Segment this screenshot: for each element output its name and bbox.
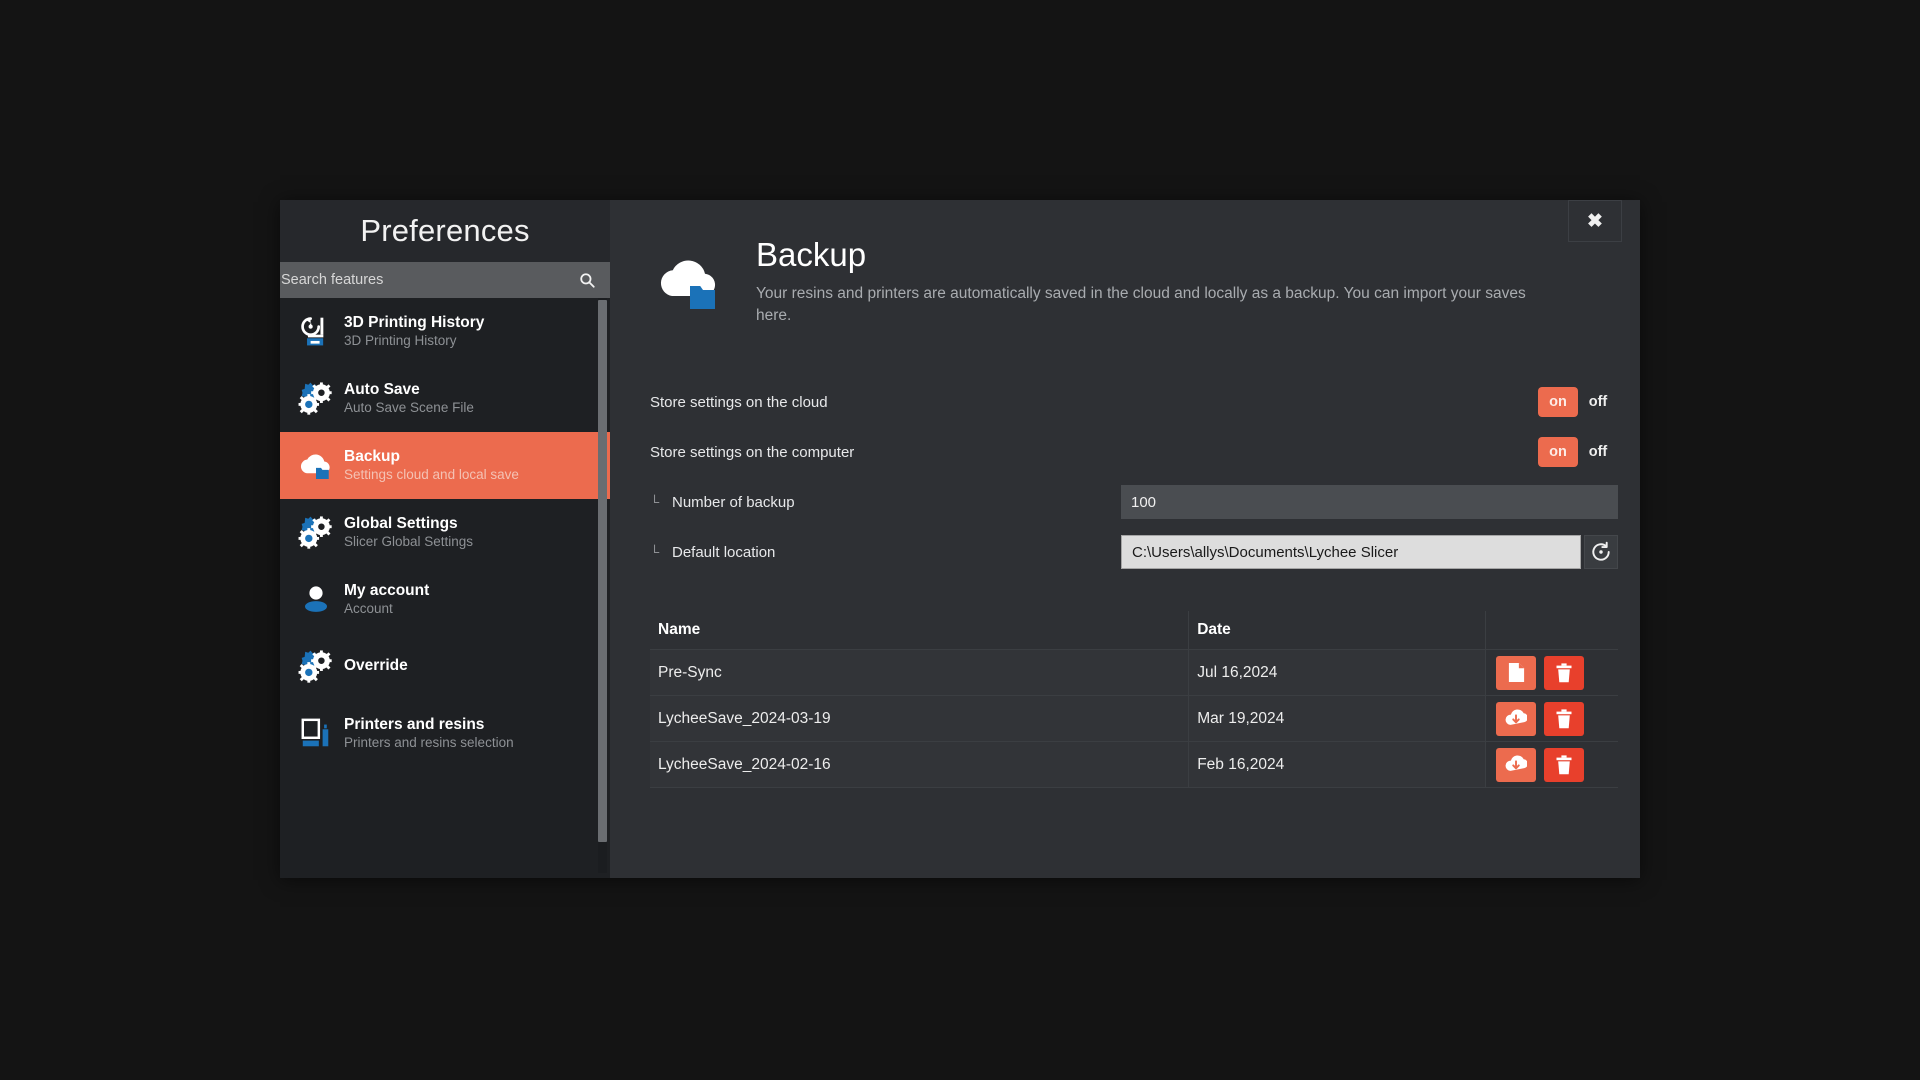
cloud-download-icon[interactable]: [1496, 701, 1537, 736]
backup-actions-cell: [1485, 741, 1618, 788]
sidebar-item-label: Override: [344, 657, 408, 675]
sidebar-item-backup[interactable]: Backup Settings cloud and local save: [280, 432, 610, 499]
setting-row-number-of-backup: └ Number of backup: [650, 477, 1618, 527]
file-document-icon[interactable]: [1496, 655, 1537, 690]
store-cloud-toggle[interactable]: on off: [1538, 387, 1618, 417]
trash-icon[interactable]: [1544, 701, 1585, 736]
setting-label: Number of backup: [672, 493, 795, 511]
sidebar-nav-list: 3D Printing History 3D Printing History: [280, 298, 610, 878]
sidebar-header: Preferences: [280, 200, 610, 262]
cloud-download-icon[interactable]: [1496, 747, 1537, 782]
table-row[interactable]: LycheeSave_2024-03-19 Mar 19,2024: [650, 695, 1618, 742]
sidebar-item-3d-printing-history[interactable]: 3D Printing History 3D Printing History: [280, 298, 610, 365]
backup-name-cell: Pre-Sync: [650, 649, 1190, 696]
user-icon: [288, 577, 344, 623]
setting-label-wrap: └ Number of backup: [650, 494, 950, 511]
store-cloud-off-option[interactable]: off: [1578, 387, 1618, 417]
printer-resin-icon: [288, 711, 344, 757]
backup-date-cell: Mar 19,2024: [1188, 695, 1487, 742]
backup-description: Your resins and printers are automatical…: [756, 285, 1526, 324]
backup-actions-cell: [1485, 649, 1618, 696]
backup-date-cell: Feb 16,2024: [1188, 741, 1487, 788]
store-computer-on-option[interactable]: on: [1538, 437, 1578, 467]
reset-circular-arrow-icon[interactable]: [1584, 535, 1618, 569]
close-icon[interactable]: ✖: [1568, 200, 1622, 242]
default-location-input[interactable]: [1121, 535, 1581, 569]
sidebar-item-label: 3D Printing History: [344, 314, 485, 332]
sidebar-item-label: Global Settings: [344, 515, 458, 533]
tree-branch-icon: └: [650, 494, 660, 510]
sidebar-item-label: Backup: [344, 448, 400, 466]
backup-actions-cell: [1485, 695, 1618, 742]
column-header-date: Date: [1188, 611, 1487, 650]
sidebar-item-sublabel: Printers and resins selection: [344, 734, 514, 750]
sidebar-item-sublabel: Slicer Global Settings: [344, 533, 474, 549]
setting-label: Store settings on the computer: [650, 443, 855, 461]
backups-table: Name Date Pre-Sync Jul 16,2024 LycheeSav…: [650, 611, 1618, 788]
history-printer-icon: [288, 309, 344, 355]
page-title: Preferences: [360, 213, 530, 248]
sidebar-item-auto-save[interactable]: Auto Save Auto Save Scene File: [280, 365, 610, 432]
backup-name-cell: LycheeSave_2024-03-19: [650, 695, 1190, 742]
content-panel: ✖ Backup Your resins and printers are au…: [610, 200, 1640, 878]
setting-label-wrap: └ Default location: [650, 544, 950, 561]
sidebar-item-global-settings[interactable]: Global Settings Slicer Global Settings: [280, 499, 610, 566]
tree-branch-icon: └: [650, 544, 660, 560]
sidebar-scrollbar-thumb[interactable]: [598, 300, 607, 842]
number-of-backup-input[interactable]: [1121, 485, 1618, 519]
search-input[interactable]: [280, 272, 576, 288]
column-header-actions: [1485, 611, 1618, 650]
table-header-row: Name Date: [650, 611, 1618, 650]
backup-name-cell: LycheeSave_2024-02-16: [650, 741, 1190, 788]
search-bar[interactable]: [280, 262, 610, 298]
sidebar-item-label: Printers and resins: [344, 716, 485, 734]
sidebar-item-printers-and-resins[interactable]: Printers and resins Printers and resins …: [280, 700, 610, 767]
content-header: Backup Your resins and printers are auto…: [610, 200, 1640, 327]
table-row[interactable]: LycheeSave_2024-02-16 Feb 16,2024: [650, 741, 1618, 788]
sidebar-item-sublabel: Settings cloud and local save: [344, 466, 519, 482]
sidebar-item-my-account[interactable]: My account Account: [280, 566, 610, 633]
store-computer-toggle[interactable]: on off: [1538, 437, 1618, 467]
search-icon[interactable]: [576, 269, 598, 291]
setting-row-store-cloud: Store settings on the cloud on off: [650, 377, 1618, 427]
sidebar-item-sublabel: 3D Printing History: [344, 332, 457, 348]
sidebar-scrollbar[interactable]: [598, 298, 607, 873]
sidebar-item-label: My account: [344, 582, 430, 600]
setting-row-default-location: └ Default location: [650, 527, 1618, 577]
store-cloud-on-option[interactable]: on: [1538, 387, 1578, 417]
setting-label: Store settings on the cloud: [650, 393, 828, 411]
trash-icon[interactable]: [1544, 747, 1585, 782]
backup-title: Backup: [756, 236, 867, 273]
gears-icon: [288, 376, 344, 422]
trash-icon[interactable]: [1544, 655, 1585, 690]
gears-icon: [288, 644, 344, 690]
preferences-dialog: Preferences Search features 3D Printing …: [280, 200, 1640, 878]
settings-block: Store settings on the cloud on off Store…: [610, 377, 1640, 577]
backup-date-cell: Jul 16,2024: [1188, 649, 1487, 696]
setting-row-store-computer: Store settings on the computer on off: [650, 427, 1618, 477]
sidebar-item-sublabel: Auto Save Scene File: [344, 399, 474, 415]
gears-icon: [288, 510, 344, 556]
cloud-folder-icon: [288, 443, 344, 489]
cloud-folder-icon: [650, 238, 730, 321]
store-computer-off-option[interactable]: off: [1578, 437, 1618, 467]
sidebar-item-override[interactable]: Override: [280, 633, 610, 700]
setting-label: Default location: [672, 543, 776, 561]
sidebar: Preferences Search features 3D Printing …: [280, 200, 610, 878]
table-row[interactable]: Pre-Sync Jul 16,2024: [650, 649, 1618, 696]
sidebar-item-sublabel: Account: [344, 600, 393, 616]
column-header-name: Name: [650, 611, 1190, 650]
sidebar-item-label: Auto Save: [344, 381, 420, 399]
